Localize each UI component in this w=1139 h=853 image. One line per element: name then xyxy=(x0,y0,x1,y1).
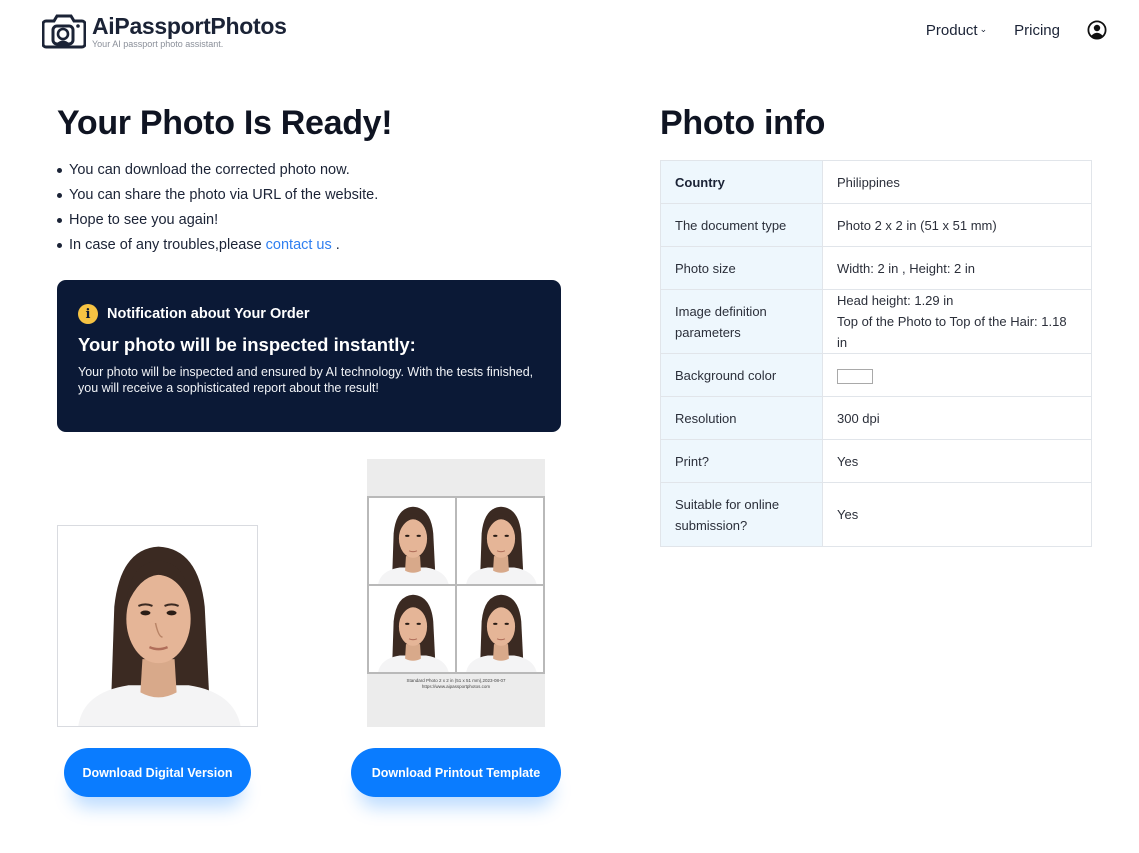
list-item-text: You can share the photo via URL of the w… xyxy=(69,187,379,203)
brand-name: AiPassportPhotos xyxy=(92,13,287,39)
nav-product-label: Product xyxy=(925,21,978,39)
instruction-list: You can download the corrected photo now… xyxy=(57,158,378,258)
row-key: Background color xyxy=(660,353,823,397)
brand-logo[interactable]: AiPassportPhotos Your AI passport photo … xyxy=(42,13,287,49)
row-value: 300 dpi xyxy=(822,396,1092,440)
chevron-down-icon: ⌄ xyxy=(979,23,988,34)
top-to-hair-value: Top of the Photo to Top of the Hair: 1.1… xyxy=(837,314,1067,350)
table-row: Resolution 300 dpi xyxy=(660,396,1092,440)
grid-photo xyxy=(456,585,544,673)
row-key: Resolution xyxy=(660,396,823,440)
camera-logo-icon xyxy=(42,14,86,49)
row-key: Print? xyxy=(660,439,823,483)
download-digital-button[interactable]: Download Digital Version xyxy=(64,748,251,797)
list-item-text: In case of any troubles,please xyxy=(69,237,262,253)
nav-product[interactable]: Product ⌄ xyxy=(926,22,987,39)
row-key: Image definition parameters xyxy=(660,289,823,354)
row-value: Head height: 1.29 in Top of the Photo to… xyxy=(822,289,1092,354)
row-key: Photo size xyxy=(660,246,823,290)
list-item-text: Hope to see you again! xyxy=(69,212,219,228)
sheet-caption-line2: https://www.aipassportphotos.com xyxy=(421,684,491,689)
grid-photo xyxy=(456,497,544,585)
row-key: The document type xyxy=(660,203,823,247)
info-icon: i xyxy=(78,304,98,324)
table-row: Photo size Width: 2 in , Height: 2 in xyxy=(660,246,1092,290)
bullet-icon xyxy=(57,243,62,248)
photo-info-title: Photo info xyxy=(660,104,826,142)
user-account-icon[interactable] xyxy=(1087,20,1107,40)
site-header: AiPassportPhotos Your AI passport photo … xyxy=(0,0,1139,64)
grid-photo xyxy=(368,585,456,673)
contact-us-link[interactable]: contact us xyxy=(266,233,332,258)
order-notification: i Notification about Your Order Your pho… xyxy=(57,280,561,432)
list-item: You can download the corrected photo now… xyxy=(57,158,378,183)
table-row: The document type Photo 2 x 2 in (51 x 5… xyxy=(660,203,1092,247)
bullet-icon xyxy=(57,193,62,198)
table-row: Suitable for online submission? Yes xyxy=(660,482,1092,547)
printout-template-preview: Standard Photo 2 x 2 in (51 x 51 mm),202… xyxy=(367,459,545,727)
portrait-image xyxy=(58,526,257,726)
row-key: Country xyxy=(660,160,823,204)
main-nav: Product ⌄ Pricing xyxy=(926,20,1107,40)
row-value: Photo 2 x 2 in (51 x 51 mm) xyxy=(822,203,1092,247)
notification-heading: Notification about Your Order xyxy=(107,306,310,322)
table-row: Print? Yes xyxy=(660,439,1092,483)
list-item: In case of any troubles,please contact us… xyxy=(57,233,378,258)
list-item-suffix: . xyxy=(335,237,340,253)
notification-title: Your photo will be inspected instantly: xyxy=(78,334,416,355)
list-item: You can share the photo via URL of the w… xyxy=(57,183,378,208)
row-value xyxy=(822,353,1092,397)
list-item: Hope to see you again! xyxy=(57,208,378,233)
grid-photo xyxy=(368,497,456,585)
row-key: Suitable for online submission? xyxy=(660,482,823,547)
table-row: Country Philippines xyxy=(660,160,1092,204)
bullet-icon xyxy=(57,218,62,223)
list-item-text: You can download the corrected photo now… xyxy=(69,162,350,178)
page-title: Your Photo Is Ready! xyxy=(57,104,393,142)
sheet-caption: Standard Photo 2 x 2 in (51 x 51 mm),202… xyxy=(367,678,545,690)
digital-photo-preview xyxy=(57,525,258,727)
row-value: Yes xyxy=(822,439,1092,483)
bullet-icon xyxy=(57,168,62,173)
background-color-swatch xyxy=(837,368,873,384)
table-row: Image definition parameters Head height:… xyxy=(660,289,1092,354)
row-value: Yes xyxy=(822,482,1092,547)
download-printout-button[interactable]: Download Printout Template xyxy=(351,748,561,797)
brand-tagline: Your AI passport photo assistant. xyxy=(92,39,224,49)
row-value: Width: 2 in , Height: 2 in xyxy=(822,246,1092,290)
notification-body: Your photo will be inspected and ensured… xyxy=(78,365,534,395)
photo-grid xyxy=(367,496,545,674)
photo-info-table: Country Philippines The document type Ph… xyxy=(660,160,1092,547)
nav-pricing[interactable]: Pricing xyxy=(1014,22,1060,39)
head-height-value: Head height: 1.29 in xyxy=(837,293,954,308)
table-row: Background color xyxy=(660,353,1092,397)
row-value: Philippines xyxy=(822,160,1092,204)
